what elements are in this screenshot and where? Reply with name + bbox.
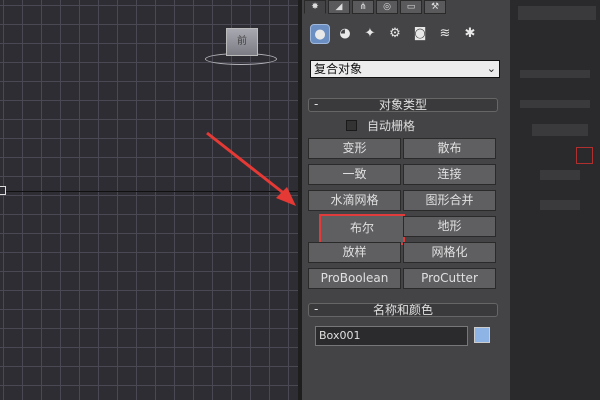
object-type-title: 对象类型 (378, 98, 427, 112)
procutter-button[interactable]: ProCutter (403, 268, 496, 289)
dimmed-background-panel (510, 0, 600, 400)
scatter-button[interactable]: 散布 (403, 138, 496, 159)
dim-toolbar (518, 6, 596, 20)
dim-row (520, 70, 590, 78)
shapes-icon[interactable]: ◕ (335, 24, 355, 44)
dim-row (540, 170, 580, 180)
morph-button[interactable]: 变形 (308, 138, 401, 159)
object-name-field[interactable]: Box001 (315, 326, 468, 346)
tab-display[interactable]: ▭ (400, 0, 422, 14)
create-icon: ✸ (311, 2, 319, 12)
category-dropdown-value: 复合对象 (314, 62, 363, 76)
name-color-rollout-header[interactable]: - 名称和颜色 (308, 303, 498, 317)
utilities-icon: ⚒ (430, 2, 440, 12)
connect-button[interactable]: 连接 (403, 164, 496, 185)
dim-row (532, 124, 588, 136)
collapse-icon: - (314, 302, 319, 316)
autogrid-option[interactable]: 自动栅格 (346, 118, 416, 133)
front-viewport[interactable]: 前 (0, 0, 300, 400)
command-panel-tabs: ✸ ◢ ⋔ ◎ ▭ ⚒ (302, 0, 510, 15)
helpers-icon[interactable]: ◙ (410, 24, 430, 44)
object-color-swatch[interactable] (474, 327, 490, 343)
motion-icon: ◎ (383, 2, 391, 12)
dim-red-marker (576, 147, 593, 164)
display-icon: ▭ (406, 2, 416, 12)
annotation-arrow-icon (206, 131, 296, 206)
tab-modify[interactable]: ◢ (328, 0, 350, 14)
geometry-icon[interactable]: ● (310, 24, 330, 44)
terrain-button[interactable]: 地形 (403, 216, 496, 237)
cameras-icon[interactable]: ⚙ (385, 24, 405, 44)
chevron-down-icon: ⌄ (486, 62, 496, 75)
name-color-title: 名称和颜色 (372, 303, 433, 317)
tab-create[interactable]: ✸ (304, 0, 326, 14)
hierarchy-icon: ⋔ (359, 2, 367, 12)
boolean-button[interactable]: 布尔 (319, 214, 405, 245)
mesher-button[interactable]: 网格化 (403, 242, 496, 263)
command-panel: ✸ ◢ ⋔ ◎ ▭ ⚒ ● ◕ ✦ ⚙ ◙ ≋ ✱ 复合对象 ⌄ - 对象类型 … (302, 0, 510, 400)
conform-button[interactable]: 一致 (308, 164, 401, 185)
object-type-rollout-header[interactable]: - 对象类型 (308, 98, 498, 112)
shapemerge-button[interactable]: 图形合并 (403, 190, 496, 211)
autogrid-checkbox[interactable] (346, 119, 357, 131)
collapse-icon: - (314, 97, 319, 111)
modify-icon: ◢ (335, 2, 343, 12)
tab-utilities[interactable]: ⚒ (424, 0, 446, 14)
blobmesh-button[interactable]: 水滴网格 (308, 190, 401, 211)
autogrid-label: 自动栅格 (367, 118, 416, 133)
spacewarps-icon[interactable]: ≋ (435, 24, 455, 44)
loft-button[interactable]: 放样 (308, 242, 401, 263)
systems-icon[interactable]: ✱ (460, 24, 480, 44)
dim-row (520, 100, 590, 108)
tab-motion[interactable]: ◎ (376, 0, 398, 14)
lights-icon[interactable]: ✦ (360, 24, 380, 44)
object-category-icons: ● ◕ ✦ ⚙ ◙ ≋ ✱ (310, 24, 480, 44)
tab-hierarchy[interactable]: ⋔ (352, 0, 374, 14)
category-dropdown[interactable]: 复合对象 ⌄ (310, 60, 500, 78)
proboolean-button[interactable]: ProBoolean (308, 268, 401, 289)
dim-row (540, 200, 580, 210)
